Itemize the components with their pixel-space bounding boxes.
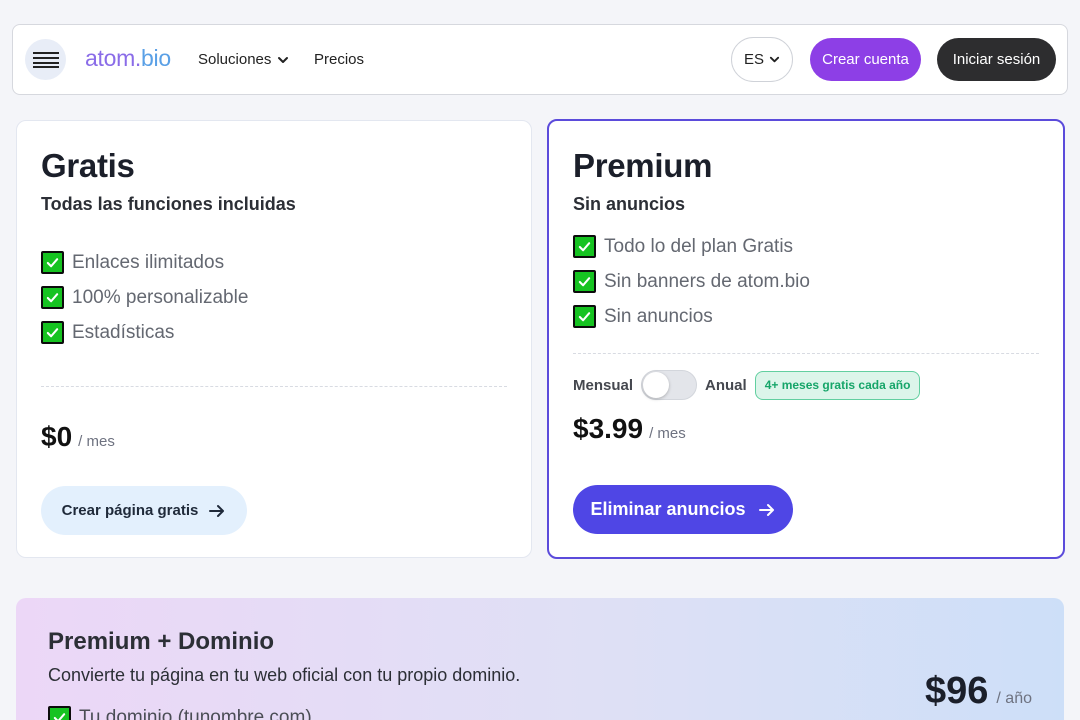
list-item: 100% personalizable bbox=[41, 280, 248, 315]
price-amount: $96 bbox=[925, 670, 989, 712]
checkmark-icon bbox=[573, 235, 596, 258]
arrow-right-icon bbox=[209, 504, 225, 517]
free-plan-card: Gratis Todas las funciones incluidas Enl… bbox=[16, 120, 532, 558]
premium-plan-subtitle: Sin anuncios bbox=[573, 194, 686, 214]
billing-toggle[interactable] bbox=[641, 370, 698, 400]
create-free-page-button[interactable]: Crear página gratis bbox=[41, 486, 247, 535]
menu-button[interactable] bbox=[25, 39, 66, 80]
list-item: Enlaces ilimitados bbox=[41, 245, 248, 280]
checkmark-icon bbox=[41, 321, 64, 344]
nav-solutions-label: Soluciones bbox=[198, 51, 272, 68]
feature-label: 100% personalizable bbox=[72, 286, 249, 308]
button-label: Eliminar anuncios bbox=[590, 499, 746, 519]
chevron-down-icon bbox=[278, 56, 289, 63]
price-period: / año bbox=[996, 690, 1032, 707]
premium-plan-price: $3.99 / mes bbox=[573, 413, 686, 445]
feature-label: Todo lo del plan Gratis bbox=[604, 235, 794, 257]
toggle-knob bbox=[643, 372, 670, 398]
feature-label: Tu dominio (tunombre.com) bbox=[79, 706, 312, 720]
signup-button[interactable]: Crear cuenta bbox=[810, 38, 921, 81]
promo-badge: 4+ meses gratis cada año bbox=[754, 370, 921, 400]
list-item: Sin banners de atom.bio bbox=[573, 264, 810, 299]
checkmark-icon bbox=[48, 706, 71, 720]
domain-plan-title: Premium + Dominio bbox=[48, 628, 275, 655]
billing-period-switch: Mensual Anual 4+ meses gratis cada año bbox=[573, 370, 921, 400]
language-label: ES bbox=[743, 51, 764, 68]
premium-plan-card: Premium Sin anuncios Todo lo del plan Gr… bbox=[547, 119, 1065, 559]
nav-solutions-dropdown[interactable]: Soluciones bbox=[198, 51, 289, 68]
remove-ads-button[interactable]: Eliminar anuncios bbox=[573, 485, 793, 534]
price-period: / mes bbox=[649, 425, 686, 442]
hamburger-icon bbox=[32, 51, 59, 68]
divider bbox=[41, 386, 507, 387]
premium-domain-card: Premium + Dominio Convierte tu página en… bbox=[16, 598, 1064, 720]
feature-label: Sin banners de atom.bio bbox=[604, 270, 810, 292]
list-item: Sin anuncios bbox=[573, 299, 810, 334]
list-item: Tu dominio (tunombre.com) bbox=[48, 700, 312, 720]
premium-plan-features: Todo lo del plan Gratis Sin banners de a… bbox=[573, 229, 810, 334]
checkmark-icon bbox=[41, 286, 64, 309]
top-navbar: atom.bio Soluciones Precios ES Crear cue… bbox=[12, 24, 1068, 95]
feature-label: Estadísticas bbox=[72, 321, 175, 343]
checkmark-icon bbox=[573, 270, 596, 293]
login-button[interactable]: Iniciar sesión bbox=[937, 38, 1056, 81]
list-item: Todo lo del plan Gratis bbox=[573, 229, 810, 264]
button-label: Crear página gratis bbox=[61, 502, 199, 519]
chevron-down-icon bbox=[769, 56, 780, 63]
billing-monthly-label: Mensual bbox=[573, 376, 634, 394]
price-amount: $3.99 bbox=[573, 413, 644, 444]
domain-plan-features: Tu dominio (tunombre.com) bbox=[48, 700, 312, 720]
feature-label: Sin anuncios bbox=[604, 305, 713, 327]
price-period: / mes bbox=[78, 433, 115, 450]
price-amount: $0 bbox=[41, 421, 73, 452]
premium-plan-title: Premium bbox=[573, 147, 713, 184]
free-plan-title: Gratis bbox=[41, 147, 135, 184]
domain-plan-price: $96 / año bbox=[925, 670, 1032, 713]
free-plan-features: Enlaces ilimitados 100% personalizable E… bbox=[41, 245, 248, 350]
checkmark-icon bbox=[573, 305, 596, 328]
arrow-right-icon bbox=[758, 503, 774, 516]
domain-plan-description: Convierte tu página en tu web oficial co… bbox=[48, 665, 521, 685]
free-plan-subtitle: Todas las funciones incluidas bbox=[41, 194, 296, 214]
nav-pricing-label: Precios bbox=[314, 51, 365, 68]
divider bbox=[573, 353, 1039, 354]
checkmark-icon bbox=[41, 251, 64, 274]
feature-label: Enlaces ilimitados bbox=[72, 251, 225, 273]
nav-pricing-link[interactable]: Precios bbox=[314, 51, 364, 68]
billing-yearly-label: Anual bbox=[705, 376, 747, 394]
list-item: Estadísticas bbox=[41, 315, 248, 350]
site-logo[interactable]: atom.bio bbox=[85, 45, 171, 72]
language-selector[interactable]: ES bbox=[731, 37, 793, 82]
free-plan-price: $0 / mes bbox=[41, 421, 115, 453]
